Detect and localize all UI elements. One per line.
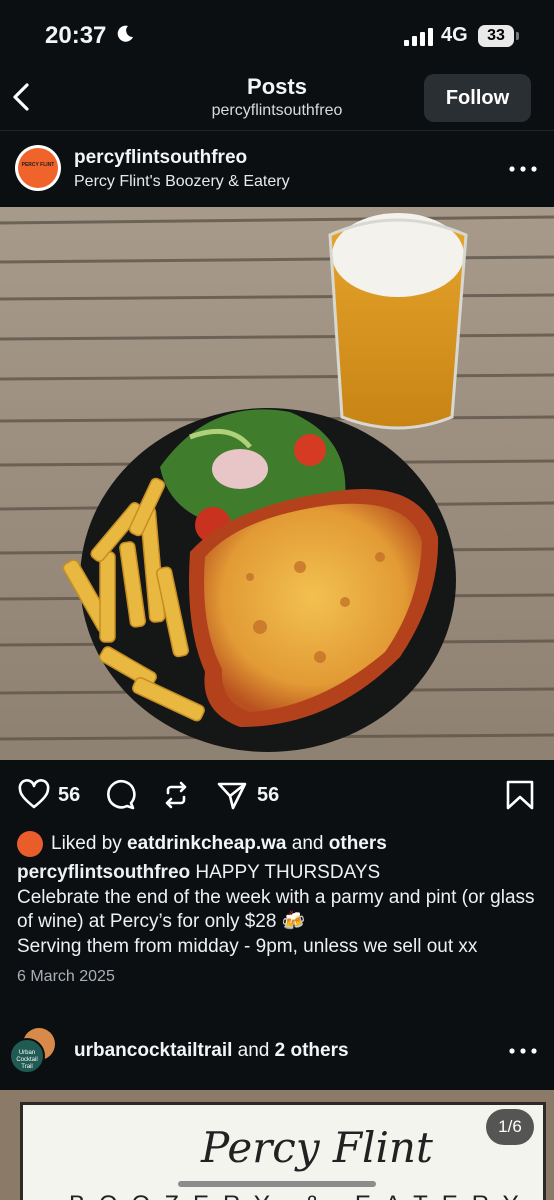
bookmark-icon[interactable]: [504, 779, 536, 811]
more-options-icon[interactable]: [508, 1047, 538, 1055]
image-counter: 1/6: [486, 1109, 534, 1145]
home-indicator[interactable]: [178, 1181, 376, 1187]
liked-by-middle: and: [286, 833, 329, 854]
liked-by-text: Liked by eatdrinkcheap.wa and others: [51, 833, 387, 855]
status-bar: 20:37 4G 33: [0, 0, 554, 66]
liked-by-prefix: Liked by: [51, 833, 128, 854]
share-icon[interactable]: [216, 779, 248, 811]
food-photo-illustration: [0, 207, 554, 760]
share-count[interactable]: 56: [257, 784, 279, 807]
post-username[interactable]: percyflintsouthfreo: [74, 147, 247, 169]
like-count[interactable]: 56: [58, 784, 80, 807]
sign-subtext: BOOZERY & EATERY: [69, 1191, 533, 1200]
caption-title: HAPPY THURSDAYS: [190, 862, 381, 883]
liked-by-avatar: [17, 831, 43, 857]
network-type: 4G: [441, 24, 468, 46]
post-date: 6 March 2025: [17, 968, 115, 985]
follow-button[interactable]: Follow: [424, 74, 531, 122]
status-time: 20:37: [45, 22, 107, 49]
caption-title-line: percyflintsouthfreo HAPPY THURSDAYS: [17, 861, 547, 886]
battery-nub: [516, 32, 519, 40]
liked-by-user[interactable]: eatdrinkcheap.wa: [127, 833, 286, 854]
next-post-header: Urban Cocktail Trail urbancocktailtrail …: [0, 1025, 554, 1085]
caption-line-1: Celebrate the end of the week with a par…: [17, 886, 535, 933]
post-image[interactable]: [0, 207, 554, 760]
post-header: PERCY FLINT percyflintsouthfreo Percy Fl…: [0, 131, 554, 207]
signal-icon: [404, 28, 433, 46]
moon-icon: [117, 25, 133, 42]
post-actions: 56 56: [0, 770, 554, 820]
caption-line-2: Serving them from midday - 9pm, unless w…: [17, 935, 478, 957]
posts-header: Posts percyflintsouthfreo Follow: [0, 66, 554, 131]
next-post-username[interactable]: urbancocktailtrail: [74, 1040, 232, 1061]
liked-by-others[interactable]: others: [329, 833, 387, 854]
repost-icon[interactable]: [160, 779, 192, 811]
next-post-others[interactable]: 2 others: [275, 1040, 349, 1061]
post-location[interactable]: Percy Flint's Boozery & Eatery: [74, 173, 290, 191]
heart-icon[interactable]: [18, 779, 50, 811]
comment-icon[interactable]: [104, 779, 136, 811]
avatar[interactable]: PERCY FLINT: [15, 145, 61, 191]
caption-username[interactable]: percyflintsouthfreo: [17, 862, 190, 883]
avatar-secondary[interactable]: Urban Cocktail Trail: [9, 1038, 45, 1074]
sign-script-text: Percy Flint: [201, 1123, 433, 1172]
battery-icon: 33: [478, 25, 514, 47]
next-post-users[interactable]: urbancocktailtrail and 2 others: [74, 1040, 349, 1062]
post-caption: percyflintsouthfreo HAPPY THURSDAYS Cele…: [17, 861, 547, 959]
avatar-logo: PERCY FLINT: [18, 148, 58, 188]
more-options-icon[interactable]: [508, 165, 538, 173]
next-post-middle: and: [232, 1040, 275, 1061]
